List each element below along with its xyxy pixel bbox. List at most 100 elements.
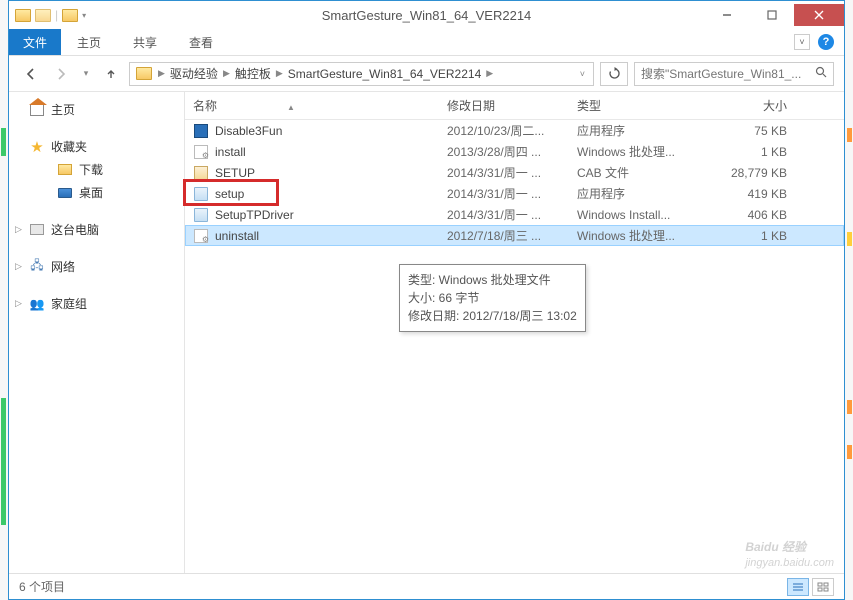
search-icon[interactable] [815, 66, 827, 81]
path-dropdown[interactable]: ˅ [580, 69, 589, 79]
file-row[interactable]: install 2013/3/28/周四 ... Windows 批处理... … [185, 141, 844, 162]
sidebar: 主页 ★收藏夹 下载 桌面 ▷这台电脑 ▷🖧网络 ▷👥家庭组 [9, 92, 185, 573]
sidebar-item-network[interactable]: ▷🖧网络 [9, 255, 184, 278]
file-row[interactable]: uninstall 2012/7/18/周三 ... Windows 批处理..… [185, 225, 844, 246]
ribbon-expand-button[interactable]: ˅ [794, 34, 810, 50]
search-field[interactable] [641, 67, 811, 81]
tooltip-line: 类型: Windows 批处理文件 [408, 271, 577, 289]
sidebar-item-label: 主页 [51, 101, 75, 118]
column-name[interactable]: 名称▲ [193, 97, 447, 114]
search-input[interactable] [634, 62, 834, 86]
sidebar-item-label: 家庭组 [51, 295, 87, 312]
downloads-icon [58, 164, 72, 175]
close-button[interactable] [794, 4, 844, 26]
file-date: 2014/3/31/周一 ... [447, 185, 577, 202]
sidebar-item-label: 下载 [79, 161, 103, 178]
view-icons-button[interactable] [812, 578, 834, 596]
view-details-button[interactable] [787, 578, 809, 596]
file-row[interactable]: Disable3Fun 2012/10/23/周二... 应用程序 75 KB [185, 120, 844, 141]
explorer-window: | ▾ SmartGesture_Win81_64_VER2214 文件 主页 … [8, 0, 845, 600]
file-name: SetupTPDriver [215, 208, 294, 222]
chevron-right-icon[interactable]: ▶ [156, 68, 167, 79]
desktop-icon [58, 188, 72, 198]
network-icon: 🖧 [29, 259, 45, 275]
file-row[interactable]: setup 2014/3/31/周一 ... 应用程序 419 KB [185, 183, 844, 204]
installer-icon [193, 186, 209, 202]
file-size: 419 KB [697, 187, 787, 201]
file-row[interactable]: SETUP 2014/3/31/周一 ... CAB 文件 28,779 KB [185, 162, 844, 183]
sidebar-item-label: 收藏夹 [51, 138, 87, 155]
chevron-right-icon[interactable]: ▶ [484, 68, 495, 79]
sidebar-item-downloads[interactable]: 下载 [9, 158, 184, 181]
file-size: 1 KB [697, 229, 787, 243]
nav-back-button[interactable] [19, 62, 43, 86]
sidebar-item-label: 桌面 [79, 184, 103, 201]
file-row[interactable]: SetupTPDriver 2014/3/31/周一 ... Windows I… [185, 204, 844, 225]
app-icon [193, 123, 209, 139]
home-icon [30, 104, 44, 116]
tab-home[interactable]: 主页 [61, 29, 117, 55]
statusbar: 6 个项目 [9, 573, 844, 599]
qat-icons: | ▾ [9, 8, 86, 22]
folder-icon[interactable] [62, 9, 78, 22]
cab-icon [193, 165, 209, 181]
chevron-right-icon[interactable]: ▷ [15, 261, 22, 272]
file-size: 406 KB [697, 208, 787, 222]
column-date[interactable]: 修改日期 [447, 97, 577, 114]
address-bar: ▾ ▶ 驱动经验 ▶ 触控板 ▶ SmartGesture_Win81_64_V… [9, 56, 844, 92]
tab-share[interactable]: 共享 [117, 29, 173, 55]
chevron-right-icon[interactable]: ▶ [221, 68, 232, 79]
right-edge-strip [845, 0, 853, 600]
file-type: 应用程序 [577, 185, 697, 202]
batch-icon [193, 144, 209, 160]
folder-icon[interactable] [35, 9, 51, 22]
nav-up-button[interactable] [99, 62, 123, 86]
nav-history-dropdown[interactable]: ▾ [79, 62, 93, 86]
status-item-count: 6 个项目 [19, 578, 65, 595]
sidebar-item-label: 这台电脑 [51, 221, 99, 238]
file-size: 75 KB [697, 124, 787, 138]
qat-divider: | [55, 8, 58, 22]
nav-forward-button[interactable] [49, 62, 73, 86]
folder-icon [15, 9, 31, 22]
file-size: 1 KB [697, 145, 787, 159]
qat-dropdown[interactable]: ▾ [82, 11, 86, 20]
file-type: Windows 批处理... [577, 143, 697, 160]
file-name: setup [215, 187, 244, 201]
file-date: 2014/3/31/周一 ... [447, 206, 577, 223]
help-icon[interactable]: ? [818, 34, 834, 50]
column-size[interactable]: 大小 [697, 97, 787, 114]
sidebar-item-favorites[interactable]: ★收藏夹 [9, 135, 184, 158]
breadcrumb-item[interactable]: 触控板 [232, 65, 274, 82]
ribbon-tabs: 文件 主页 共享 查看 ˅ ? [9, 29, 844, 56]
sidebar-item-homegroup[interactable]: ▷ 👥 家庭组 [9, 292, 184, 315]
column-type[interactable]: 类型 [577, 97, 697, 114]
homegroup-icon: 👥 [29, 296, 45, 312]
file-tooltip: 类型: Windows 批处理文件 大小: 66 字节 修改日期: 2012/7… [399, 264, 586, 332]
tooltip-line: 修改日期: 2012/7/18/周三 13:02 [408, 307, 577, 325]
file-list[interactable]: Disable3Fun 2012/10/23/周二... 应用程序 75 KB … [185, 120, 844, 573]
tab-file[interactable]: 文件 [9, 29, 61, 55]
breadcrumb[interactable]: ▶ 驱动经验 ▶ 触控板 ▶ SmartGesture_Win81_64_VER… [129, 62, 594, 86]
file-type: Windows 批处理... [577, 227, 697, 244]
chevron-right-icon[interactable]: ▷ [15, 298, 22, 309]
sidebar-item-thispc[interactable]: ▷ 这台电脑 [9, 218, 184, 241]
refresh-button[interactable] [600, 62, 628, 86]
file-name: Disable3Fun [215, 124, 282, 138]
chevron-right-icon[interactable]: ▶ [274, 68, 285, 79]
breadcrumb-item[interactable]: SmartGesture_Win81_64_VER2214 [285, 67, 484, 81]
file-date: 2012/7/18/周三 ... [447, 227, 577, 244]
computer-icon [30, 224, 44, 235]
tab-view[interactable]: 查看 [173, 29, 229, 55]
breadcrumb-item[interactable]: 驱动经验 [167, 65, 221, 82]
chevron-right-icon[interactable]: ▷ [15, 224, 22, 235]
sidebar-item-desktop[interactable]: 桌面 [9, 181, 184, 204]
file-date: 2013/3/28/周四 ... [447, 143, 577, 160]
minimize-button[interactable] [704, 4, 749, 26]
sort-indicator-icon: ▲ [287, 103, 295, 112]
maximize-button[interactable] [749, 4, 794, 26]
sidebar-item-home[interactable]: 主页 [9, 98, 184, 121]
titlebar[interactable]: | ▾ SmartGesture_Win81_64_VER2214 [9, 1, 844, 29]
installer-icon [193, 207, 209, 223]
file-name: uninstall [215, 229, 259, 243]
